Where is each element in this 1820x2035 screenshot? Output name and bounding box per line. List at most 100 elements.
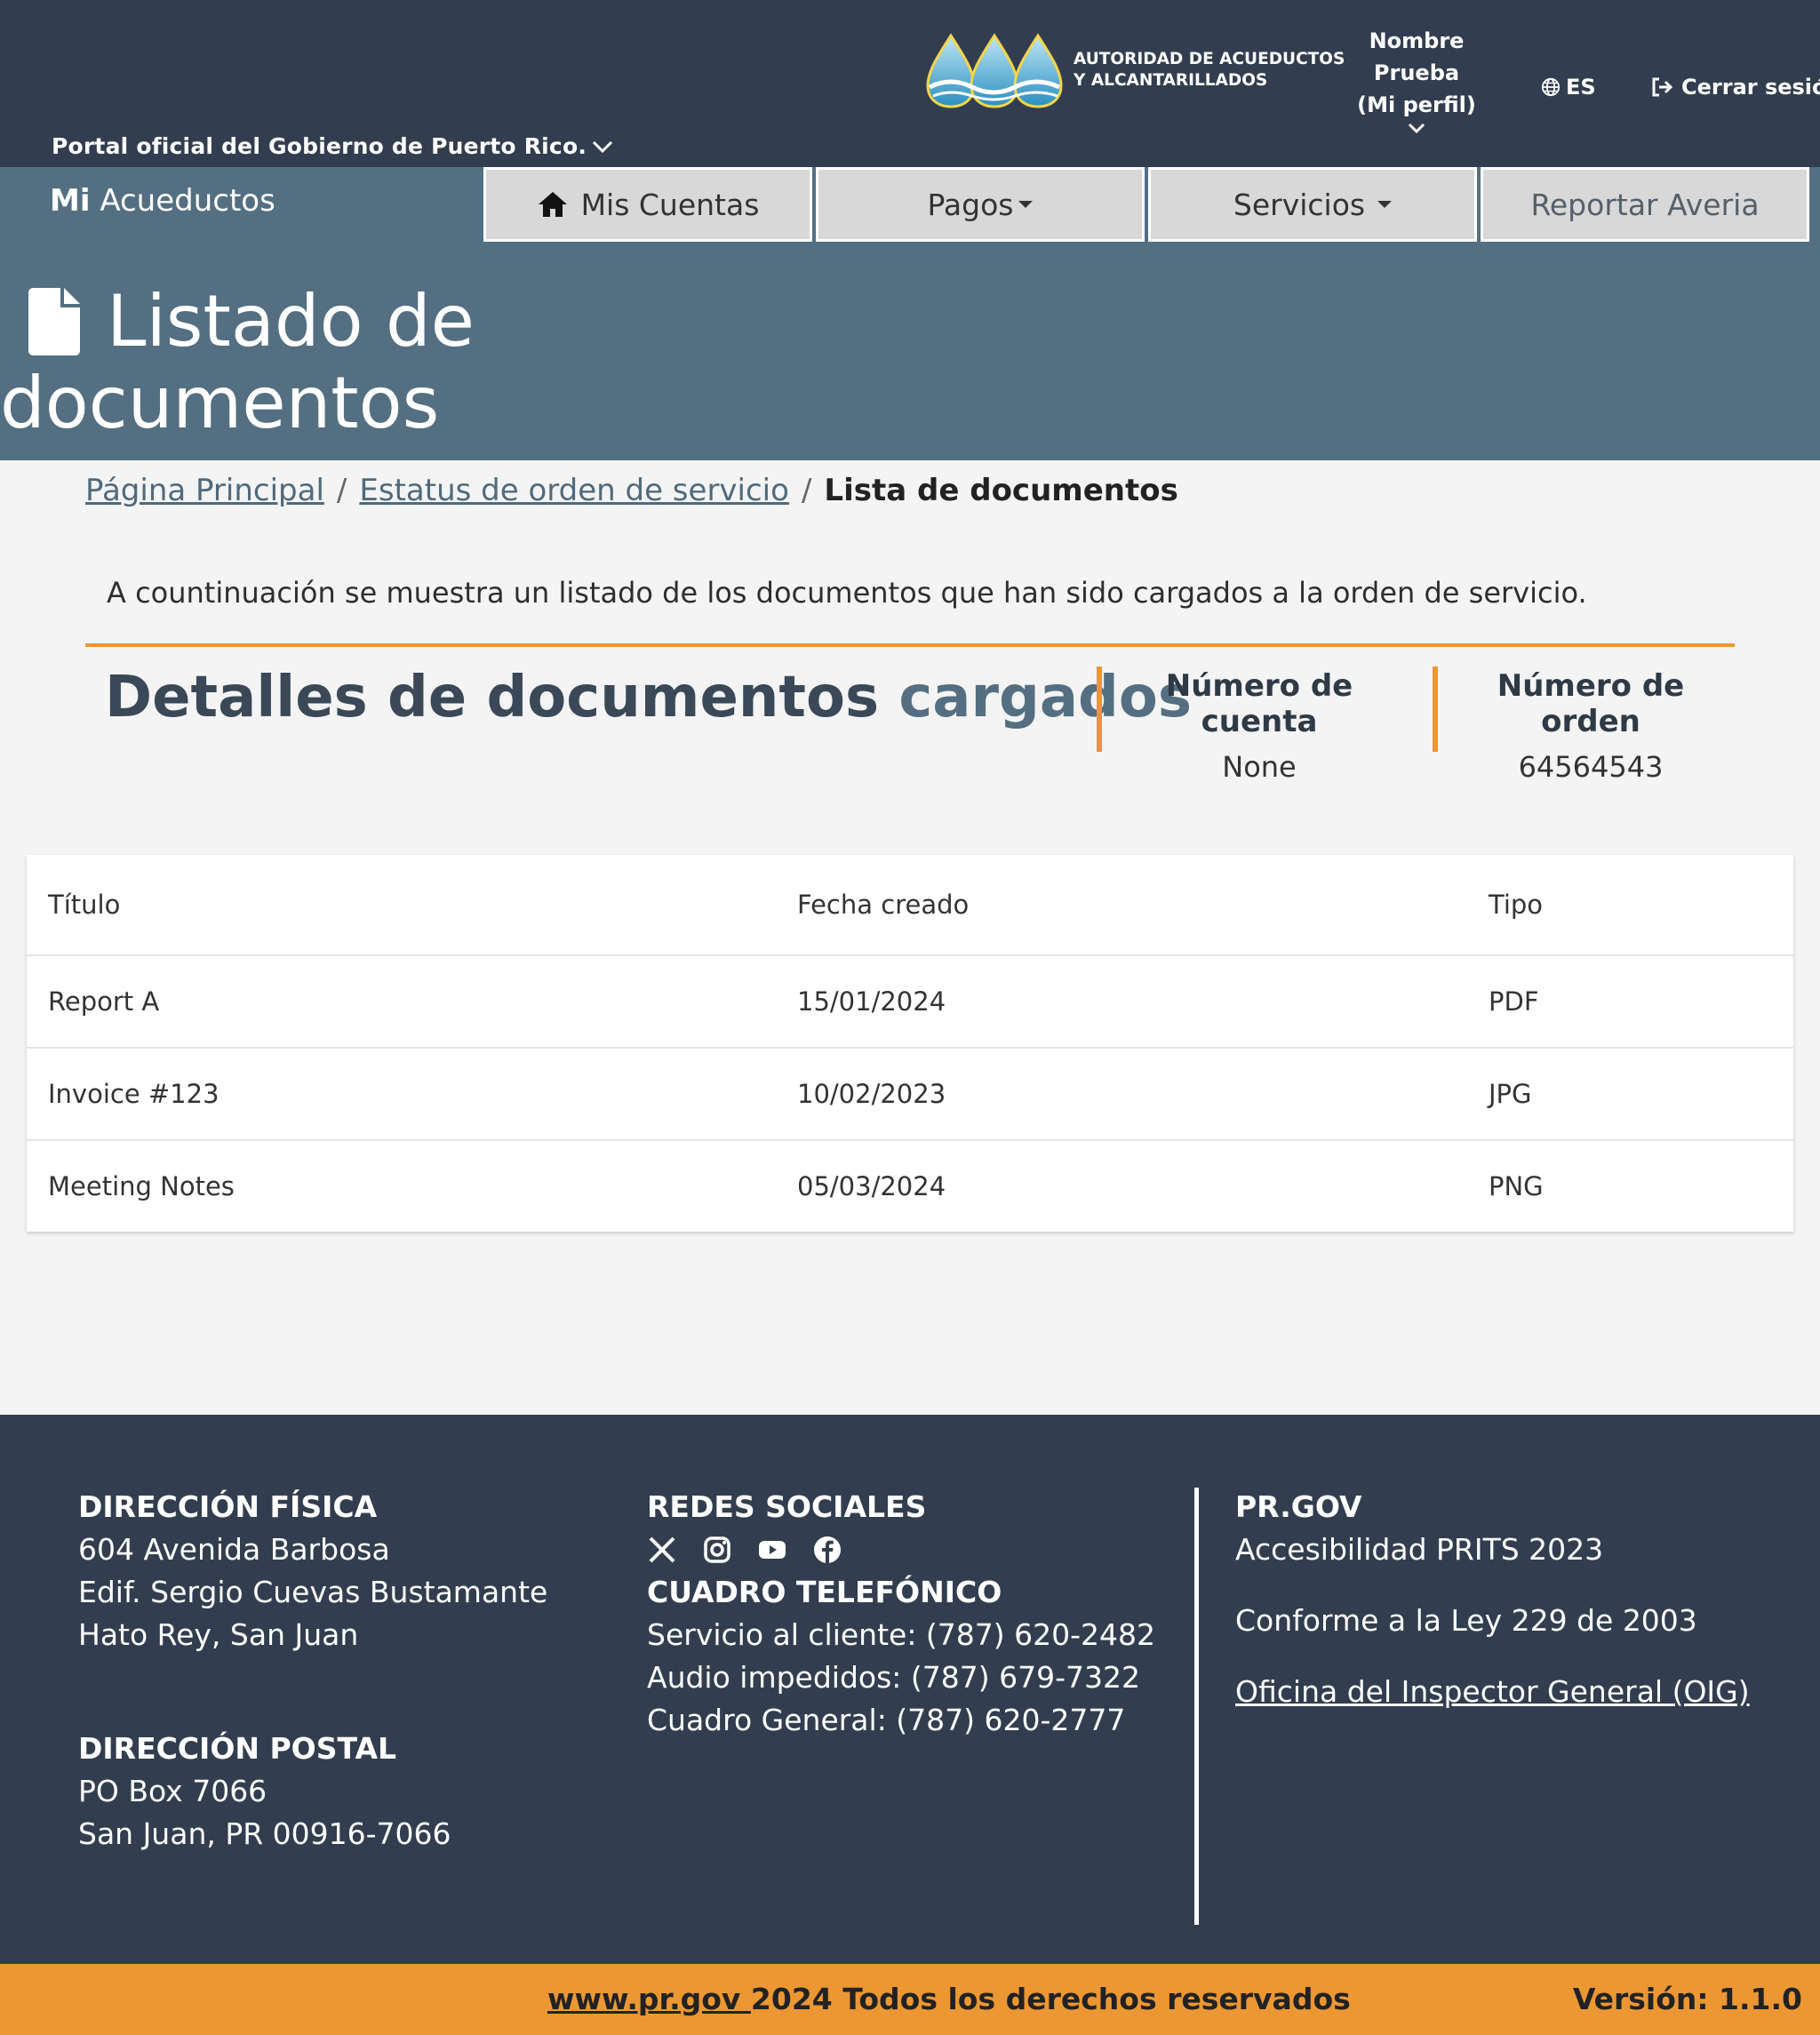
footer-postal-address: DIRECCIÓN POSTAL PO Box 7066 San Juan, P…: [78, 1728, 451, 1855]
facebook-icon[interactable]: [812, 1535, 842, 1565]
logo-text-line1: AUTORIDAD DE ACUEDUCTOS: [1074, 50, 1345, 68]
aaa-logo[interactable]: AUTORIDAD DE ACUEDUCTOS Y ALCANTARILLADO…: [924, 32, 1345, 108]
nav-tab-label: Servicios: [1233, 187, 1366, 222]
footer: DIRECCIÓN FÍSICA 604 Avenida Barbosa Edi…: [0, 1415, 1820, 1964]
language-selector[interactable]: ES: [1541, 75, 1596, 100]
footer-heading: DIRECCIÓN POSTAL: [78, 1731, 397, 1766]
footer-contact: REDES SOCIALES CUADRO TELEFÓNICO Servici…: [647, 1486, 1155, 1742]
intro-text: A countinuación se muestra un listado de…: [107, 576, 1587, 610]
details-heading-plain: Detalles de documentos: [105, 665, 880, 730]
nav-tab-label: Reportar Averia: [1530, 187, 1760, 222]
nav-tab-label: Pagos: [927, 187, 1014, 222]
top-bar: Portal oficial del Gobierno de Puerto Ri…: [0, 0, 1820, 167]
phone-line: Cuadro General: (787) 620-2777: [647, 1703, 1126, 1737]
cell-type: JPG: [1489, 1079, 1532, 1109]
cell-title: Invoice #123: [48, 1079, 220, 1109]
address-line: Edif. Sergio Cuevas Bustamante: [78, 1575, 548, 1609]
page-title-line1: Listado de: [107, 280, 475, 363]
cell-type: PDF: [1489, 986, 1539, 1017]
column-header-title[interactable]: Título: [48, 890, 120, 920]
cell-date: 05/03/2024: [797, 1171, 946, 1201]
column-header-type[interactable]: Tipo: [1489, 890, 1543, 920]
documents-table: Título Fecha creado Tipo Report A 15/01/…: [27, 855, 1793, 1232]
page-title: Listado de documentos: [0, 281, 475, 444]
cell-type: PNG: [1489, 1171, 1544, 1201]
footer-heading: REDES SOCIALES: [647, 1489, 927, 1524]
breadcrumb-current: Lista de documentos: [824, 473, 1178, 508]
caret-down-icon: [1018, 201, 1034, 208]
chevron-down-icon: [1408, 123, 1425, 134]
details-heading: Detalles de documentos cargados: [105, 665, 1192, 730]
breadcrumb-home-link[interactable]: Página Principal: [85, 473, 324, 508]
page-title-line2: documentos: [0, 362, 440, 444]
prgov-link[interactable]: www.pr.gov: [547, 1982, 751, 2016]
brand-link[interactable]: Mi Acueductos: [50, 183, 275, 219]
table-row[interactable]: Meeting Notes 05/03/2024 PNG: [27, 1141, 1793, 1232]
copyright-bar: www.pr.gov 2024 Todos los derechos reser…: [0, 1964, 1820, 2035]
footer-physical-address: DIRECCIÓN FÍSICA 604 Avenida Barbosa Edi…: [78, 1486, 547, 1656]
law-text: Conforme a la Ley 229 de 2003: [1235, 1603, 1697, 1638]
version-label: Versión: 1.1.0: [1572, 1982, 1802, 2016]
phone-line: Servicio al cliente: (787) 620-2482: [647, 1617, 1156, 1652]
copyright: www.pr.gov 2024 Todos los derechos reser…: [547, 1982, 1351, 2016]
footer-heading: CUADRO TELEFÓNICO: [647, 1575, 1002, 1609]
gov-portal-label: Portal oficial del Gobierno de Puerto Ri…: [52, 133, 587, 159]
address-line: 604 Avenida Barbosa: [78, 1532, 390, 1567]
brand-bold: Mi: [50, 183, 91, 219]
logout-button[interactable]: Cerrar sesión: [1651, 75, 1820, 100]
sign-out-icon: [1652, 77, 1673, 97]
x-icon[interactable]: [647, 1535, 677, 1565]
footer-prgov: PR.GOV Accesibilidad PRITS 2023 Conforme…: [1235, 1486, 1750, 1713]
caret-down-icon: [1377, 201, 1393, 208]
youtube-icon[interactable]: [757, 1535, 787, 1565]
address-line: San Juan, PR 00916-7066: [78, 1816, 451, 1851]
oig-link[interactable]: Oficina del Inspector General (OIG): [1235, 1674, 1750, 1709]
logout-label: Cerrar sesión: [1681, 75, 1820, 100]
cell-title: Report A: [48, 986, 160, 1017]
address-line: Hato Rey, San Juan: [78, 1617, 359, 1652]
cell-date: 15/01/2024: [797, 986, 946, 1017]
copyright-text: 2024 Todos los derechos reservados: [750, 1982, 1351, 2016]
nav-tab-reportar-averia[interactable]: Reportar Averia: [1481, 167, 1809, 242]
order-number-value: 64564543: [1518, 750, 1664, 784]
footer-heading: PR.GOV: [1235, 1489, 1362, 1524]
accessibility-text: Accesibilidad PRITS 2023: [1235, 1532, 1604, 1567]
gov-portal-toggle[interactable]: Portal oficial del Gobierno de Puerto Ri…: [52, 133, 613, 159]
breadcrumb-separator: /: [801, 473, 812, 508]
account-number-value: None: [1222, 750, 1297, 784]
nav-tab-mis-cuentas[interactable]: Mis Cuentas: [483, 167, 812, 242]
table-row[interactable]: Invoice #123 10/02/2023 JPG: [27, 1049, 1793, 1141]
social-links: [647, 1528, 1155, 1571]
chevron-down-icon: [592, 140, 613, 153]
cell-title: Meeting Notes: [48, 1171, 235, 1201]
globe-icon: [1541, 77, 1561, 97]
breadcrumb-separator: /: [336, 473, 347, 508]
instagram-icon[interactable]: [702, 1535, 732, 1565]
water-drops-logo-icon: [926, 33, 1063, 108]
main-nav: Mis Cuentas Pagos Servicios Reportar Ave…: [483, 167, 1809, 242]
nav-tab-pagos[interactable]: Pagos: [816, 167, 1145, 242]
order-number-label: Número de orden: [1497, 668, 1685, 739]
table-row[interactable]: Report A 15/01/2024 PDF: [27, 956, 1793, 1049]
file-icon: [28, 288, 80, 355]
home-icon: [538, 192, 567, 217]
table-header-row: Título Fecha creado Tipo: [27, 855, 1793, 956]
profile-name-first: Nombre: [1369, 28, 1465, 53]
breadcrumb-order-status-link[interactable]: Estatus de orden de servicio: [359, 473, 789, 508]
profile-name-last: Prueba: [1373, 60, 1460, 85]
logo-text-line2: Y ALCANTARILLADOS: [1074, 71, 1268, 90]
brand-name: Acueductos: [100, 183, 275, 219]
language-label: ES: [1566, 75, 1596, 100]
profile-link-label: (Mi perfil): [1357, 92, 1476, 117]
account-number-box: Número de cuenta None: [1097, 666, 1417, 784]
footer-divider: [1194, 1488, 1199, 1925]
address-line: PO Box 7066: [78, 1774, 267, 1808]
column-header-date[interactable]: Fecha creado: [797, 890, 969, 920]
section-divider: [85, 643, 1735, 647]
footer-heading: DIRECCIÓN FÍSICA: [78, 1489, 378, 1524]
account-number-label: Número de cuenta: [1165, 668, 1353, 739]
profile-menu[interactable]: Nombre Prueba (Mi perfil): [1333, 25, 1500, 135]
nav-tab-servicios[interactable]: Servicios: [1148, 167, 1477, 242]
nav-tab-label: Mis Cuentas: [580, 187, 760, 222]
phone-line: Audio impedidos: (787) 679-7322: [647, 1660, 1141, 1695]
